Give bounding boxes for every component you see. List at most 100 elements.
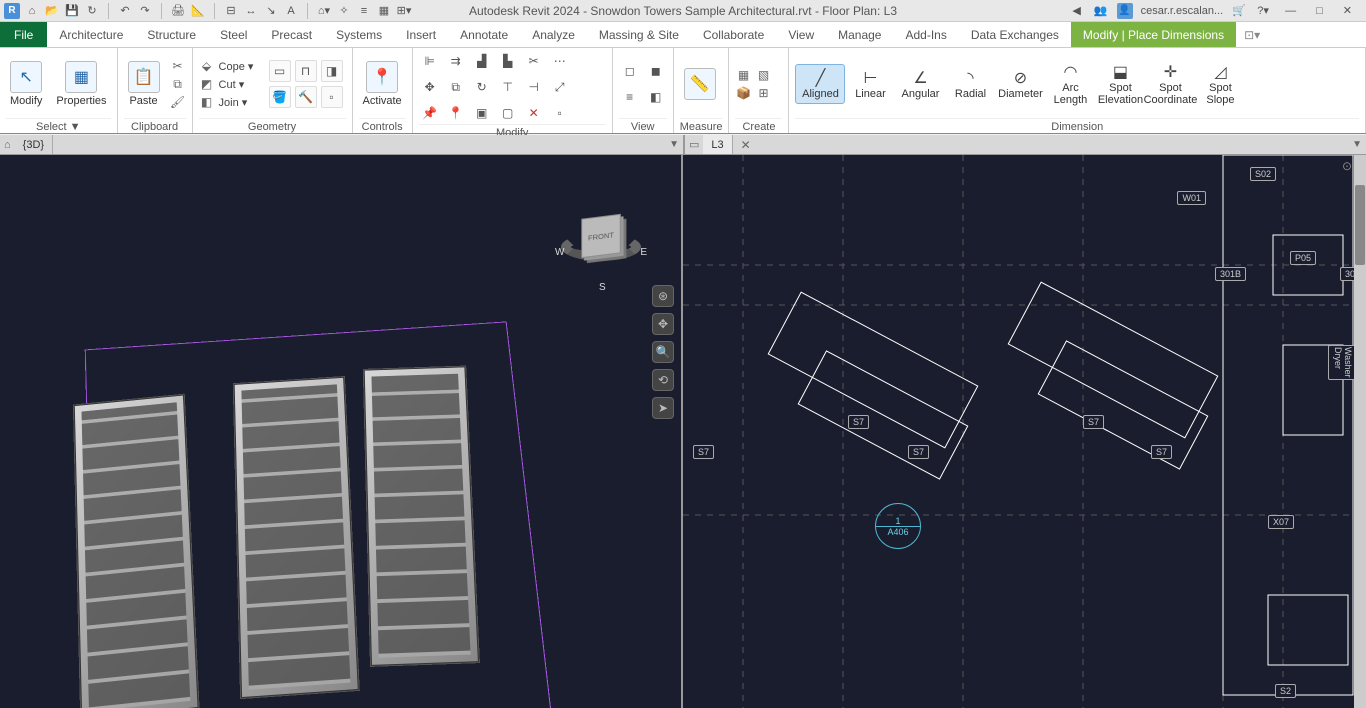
chair-tag-s7-2[interactable]: S7 <box>848 415 869 429</box>
dim-arc-button[interactable]: ◠Arc Length <box>1045 59 1095 108</box>
tab-architecture[interactable]: Architecture <box>47 22 135 47</box>
copy-mod-icon[interactable]: ⧉ <box>445 76 467 98</box>
cope-button[interactable]: ⬙Cope ▾ <box>199 58 263 74</box>
tab-addins[interactable]: Add-Ins <box>893 22 958 47</box>
hide-icon[interactable]: ◻ <box>619 60 641 82</box>
tower-2[interactable] <box>233 376 360 699</box>
wall-opening-icon[interactable]: ▭ <box>269 60 291 82</box>
rotate-icon[interactable]: ↻ <box>471 76 493 98</box>
print-icon[interactable]: 🖨 <box>170 3 186 19</box>
tab-finish-icon[interactable]: ⊡▾ <box>1244 22 1260 47</box>
plan-north-arrow-icon[interactable]: ⊙ <box>1342 159 1352 173</box>
delete-icon[interactable]: ✕ <box>523 102 545 124</box>
dim-diameter-button[interactable]: ⊘Diameter <box>995 65 1045 103</box>
file-tab[interactable]: File <box>0 22 47 47</box>
tab-view[interactable]: View <box>776 22 826 47</box>
tab-analyze[interactable]: Analyze <box>520 22 587 47</box>
measure-icon[interactable]: 📐 <box>190 3 206 19</box>
dim-radial-button[interactable]: ◝Radial <box>945 65 995 103</box>
home-icon[interactable]: ⌂ <box>24 3 40 19</box>
view-home-icon[interactable]: ⌂ <box>4 139 11 151</box>
section-callout[interactable]: 1 A406 <box>875 503 921 549</box>
info-left-icon[interactable]: ◀ <box>1069 3 1085 19</box>
cutprofile-icon[interactable]: ◧ <box>645 86 667 108</box>
user-avatar-icon[interactable]: 👤 <box>1117 3 1133 19</box>
user-name[interactable]: cesar.r.escalan... <box>1141 5 1224 17</box>
dim-qat-icon[interactable]: ↔ <box>243 3 259 19</box>
join-button[interactable]: ◧Join ▾ <box>199 94 263 110</box>
grid-tag-x07[interactable]: X07 <box>1268 515 1294 529</box>
close-button[interactable]: ✕ <box>1337 2 1358 19</box>
restore-button[interactable]: □ <box>1310 3 1329 19</box>
tab-insert[interactable]: Insert <box>394 22 448 47</box>
chair-tag-s7-1[interactable]: S7 <box>693 445 714 459</box>
thin-lines-icon[interactable]: ≡ <box>356 3 372 19</box>
dim-aligned-button[interactable]: ╱Aligned <box>795 64 845 104</box>
ungroup-icon[interactable]: ▢ <box>497 102 519 124</box>
section-qat-icon[interactable]: ✧ <box>336 3 352 19</box>
trim-icon[interactable]: ⊤ <box>497 76 519 98</box>
room-tag-s2[interactable]: S2 <box>1275 684 1296 698</box>
chair-tag-s7-3[interactable]: S7 <box>908 445 929 459</box>
offset-icon[interactable]: ⇉ <box>445 50 467 72</box>
help-icon[interactable]: ?▾ <box>1255 3 1271 19</box>
orbit-icon[interactable]: ⟲ <box>652 369 674 391</box>
tab-collaborate[interactable]: Collaborate <box>691 22 776 47</box>
measure-button[interactable]: 📏 <box>680 68 720 100</box>
mirror-axis-icon[interactable]: ▟ <box>471 50 493 72</box>
chair-tag-s7-4[interactable]: S7 <box>1083 415 1104 429</box>
viewcube[interactable]: FRONT W E S <box>561 205 641 285</box>
beam-join-icon[interactable]: ⊓ <box>295 60 317 82</box>
room-tag-301b[interactable]: 301B <box>1215 267 1246 281</box>
dim-angular-button[interactable]: ∠Angular <box>895 65 945 103</box>
extend-icon[interactable]: ⊣ <box>523 76 545 98</box>
split-face-icon[interactable]: ◨ <box>321 60 343 82</box>
create-parts-icon[interactable]: ⊞ <box>755 85 771 101</box>
save-icon[interactable]: 💾 <box>64 3 80 19</box>
panel-label-select[interactable]: Select ▼ <box>6 118 111 133</box>
tower-1[interactable] <box>73 394 200 708</box>
load-family-icon[interactable]: 📦 <box>735 85 751 101</box>
paste-button[interactable]: 📋 Paste <box>124 61 164 107</box>
chair-tag-s7-5[interactable]: S7 <box>1151 445 1172 459</box>
linework-icon[interactable]: ≡ <box>619 86 641 108</box>
keyshot-icon[interactable]: 👥 <box>1093 3 1109 19</box>
tab-annotate[interactable]: Annotate <box>448 22 520 47</box>
sync-icon[interactable]: ↻ <box>84 3 100 19</box>
align-qat-icon[interactable]: ⊟ <box>223 3 239 19</box>
tab-massing-site[interactable]: Massing & Site <box>587 22 691 47</box>
tower-3[interactable] <box>363 366 480 667</box>
cut-geom-button[interactable]: ◩Cut ▾ <box>199 76 263 92</box>
tag-qat-icon[interactable]: ↘ <box>263 3 279 19</box>
viewcube-face[interactable]: FRONT <box>581 214 620 258</box>
3d-view-canvas[interactable]: FRONT W E S ⊛ ✥ 🔍 ⟲ ➤ <box>0 155 683 708</box>
dim-linear-button[interactable]: ⊢Linear <box>845 65 895 103</box>
view-tab-3d[interactable]: {3D} <box>15 135 53 154</box>
steering-wheel-icon[interactable]: ⊛ <box>652 285 674 307</box>
plan-scrollbar[interactable] <box>1354 155 1366 708</box>
tab-precast[interactable]: Precast <box>259 22 324 47</box>
demolish-icon[interactable]: 🔨 <box>295 86 317 108</box>
tab-modify-place-dimensions[interactable]: Modify | Place Dimensions <box>1071 22 1236 47</box>
match-button[interactable]: 🖌 <box>170 94 186 110</box>
pin-mod-icon[interactable]: 📌 <box>419 102 441 124</box>
close-hidden-icon[interactable]: ▦ <box>376 3 392 19</box>
redo-icon[interactable]: ↷ <box>137 3 153 19</box>
view-tab-close[interactable]: ✕ <box>737 138 755 152</box>
activate-button[interactable]: 📍 Activate <box>359 61 406 107</box>
array-icon[interactable]: ⋯ <box>549 50 571 72</box>
mirror-draw-icon[interactable]: ▙ <box>497 50 519 72</box>
view-tab-l3[interactable]: L3 <box>703 135 732 154</box>
modify-button[interactable]: ↖ Modify <box>6 61 46 107</box>
zoom-nav-icon[interactable]: 🔍 <box>652 341 674 363</box>
create-similar-icon[interactable]: ▦ <box>735 67 751 83</box>
scale-icon[interactable]: ⤢ <box>549 76 571 98</box>
dim-spot-elev-button[interactable]: ⬓Spot Elevation <box>1095 59 1145 108</box>
wall-tag-w01[interactable]: W01 <box>1177 191 1206 205</box>
tab-steel[interactable]: Steel <box>208 22 259 47</box>
tab-data-exchanges[interactable]: Data Exchanges <box>959 22 1071 47</box>
pan-icon[interactable]: ✥ <box>652 313 674 335</box>
create-group-icon[interactable]: ▧ <box>755 67 771 83</box>
paint-icon[interactable]: 🪣 <box>269 86 291 108</box>
cart-icon[interactable]: 🛒 <box>1231 3 1247 19</box>
